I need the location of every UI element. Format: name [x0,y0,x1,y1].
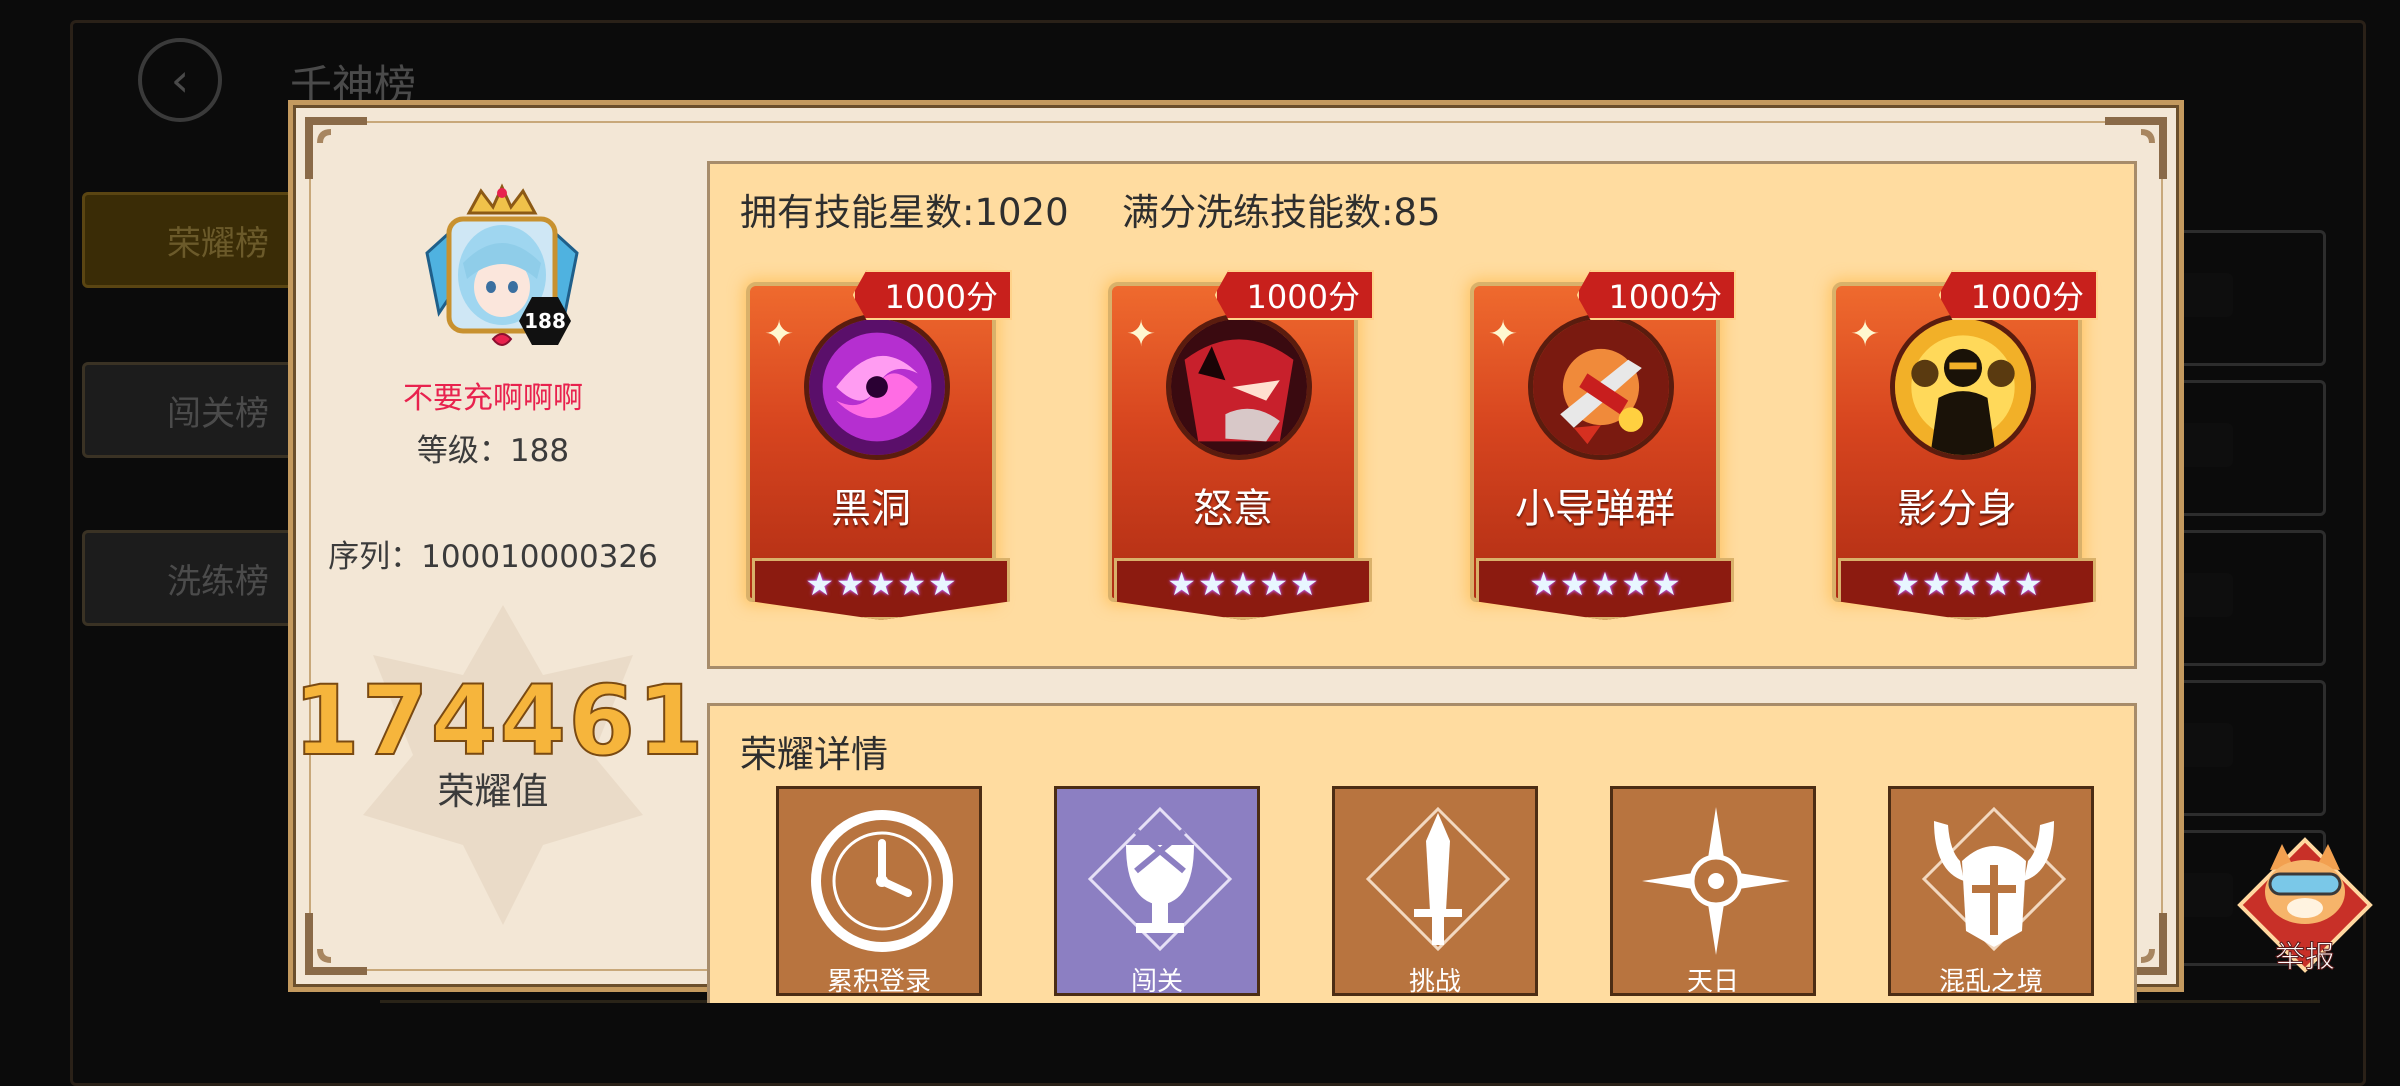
skill-card[interactable]: ✦ 怒意 ★ ★ ★ ★ ★ 1000分 [1102,270,1374,620]
star-icon: ★ [866,565,896,603]
star-icon: ★ [928,565,957,603]
skill-name: 怒意 [1193,486,1273,532]
score-tag: 1000分 [1214,270,1374,320]
missile-swarm-icon [1528,314,1674,460]
score-tag: 1000分 [1938,270,2098,320]
honor-item-label: 闯关 [1130,967,1183,997]
star-icon: ★ [1952,565,1982,603]
score-tag: 1000分 [852,270,1012,320]
star-icon: ★ [1983,565,2013,603]
skill-card-body: ✦ 小导弹群 ★ ★ ★ ★ ★ [1470,282,1734,620]
skill-stars-total: 拥有技能星数:1020 [740,191,1069,234]
star-icon: ★ [1290,565,1319,603]
star-icon: ★ [1559,565,1589,603]
report-button[interactable]: 举报 [2230,830,2380,990]
skills-panel: 拥有技能星数:1020 满分洗练技能数:85 ✦ 黑洞 ★ ★ ★ ★ ★ 1000分 … [707,161,2137,669]
star-rating: ★ ★ ★ ★ ★ [1838,558,2096,620]
star-icon: ★ [1652,565,1681,603]
honor-item-stage[interactable]: 闯关 [1054,786,1260,997]
honor-details-panel: 荣耀详情 累积登录 闯关 挑战 天日 混乱之境 [707,703,2137,1003]
star-rating: ★ ★ ★ ★ ★ [752,558,1010,620]
player-profile: 188 不要充啊啊啊 等级：188 序列：100010000326 174461… [292,105,705,987]
skill-card-body: ✦ 怒意 ★ ★ ★ ★ ★ [1108,282,1372,620]
sparkle-icon: ✦ [764,314,795,355]
sparkle-icon: ✦ [1850,314,1881,355]
sparkle-icon: ✦ [1488,314,1519,355]
skill-card[interactable]: ✦ 黑洞 ★ ★ ★ ★ ★ 1000分 [740,270,1012,620]
honor-value-label: 荣耀值 [437,770,549,813]
back-icon[interactable]: ‹ [138,38,222,122]
star-icon: ★ [1891,565,1920,603]
report-button-label: 举报 [2275,940,2336,976]
player-info-dialog: 188 不要充啊啊啊 等级：188 序列：100010000326 174461… [288,100,2184,1003]
star-rating: ★ ★ ★ ★ ★ [1114,558,1372,620]
star-icon: ★ [897,565,927,603]
star-icon: ★ [1529,565,1558,603]
honor-item-chaos[interactable]: 混乱之境 [1888,786,2094,997]
shadow-clone-icon [1890,314,2036,460]
honor-item-sky[interactable]: 天日 [1610,786,1816,997]
rage-demon-icon [1166,314,1312,460]
star-icon: ★ [1621,565,1651,603]
horned-helmet-icon [1921,806,2067,952]
honor-details-title: 荣耀详情 [740,733,888,776]
player-name: 不要充啊啊啊 [403,381,583,416]
player-level: 等级：188 [416,433,570,469]
star-icon: ★ [835,565,865,603]
star-icon: ★ [1197,565,1227,603]
star-rating: ★ ★ ★ ★ ★ [1476,558,1734,620]
star-icon: ★ [1590,565,1620,603]
maxed-refine-count: 满分洗练技能数:85 [1122,191,1441,234]
trophy-icon [1087,806,1233,952]
sword-icon [1365,806,1511,952]
honor-item-label: 混乱之境 [1938,967,2043,997]
star-icon: ★ [1228,565,1258,603]
skill-name: 黑洞 [831,486,911,532]
skill-name: 影分身 [1897,486,2017,532]
star-icon: ★ [2014,565,2043,603]
score-tag: 1000分 [1576,270,1736,320]
star-icon: ★ [805,565,834,603]
skill-card[interactable]: ✦ 小导弹群 ★ ★ ★ ★ ★ 1000分 [1464,270,1736,620]
black-hole-icon [804,314,950,460]
clock-icon [811,810,953,952]
player-serial: 序列：100010000326 [328,539,658,575]
honor-item-challenge[interactable]: 挑战 [1332,786,1538,997]
skill-card-body: ✦ 影分身 ★ ★ ★ ★ ★ [1832,282,2096,620]
background-footer [380,1000,2320,1083]
star-icon: ★ [1167,565,1196,603]
honor-item-label: 累积登录 [826,967,931,997]
sparkle-icon: ✦ [1126,314,1157,355]
compass-star-icon [1642,807,1790,955]
honor-item-login[interactable]: 累积登录 [776,786,982,997]
star-icon: ★ [1921,565,1951,603]
skill-name: 小导弹群 [1515,486,1675,532]
skill-card[interactable]: ✦ 影分身 ★ ★ ★ ★ ★ 1000分 [1826,270,2098,620]
skill-card-body: ✦ 黑洞 ★ ★ ★ ★ ★ [746,282,1010,620]
star-icon: ★ [1259,565,1289,603]
honor-item-label: 天日 [1686,967,1739,997]
honor-item-label: 挑战 [1408,967,1461,997]
